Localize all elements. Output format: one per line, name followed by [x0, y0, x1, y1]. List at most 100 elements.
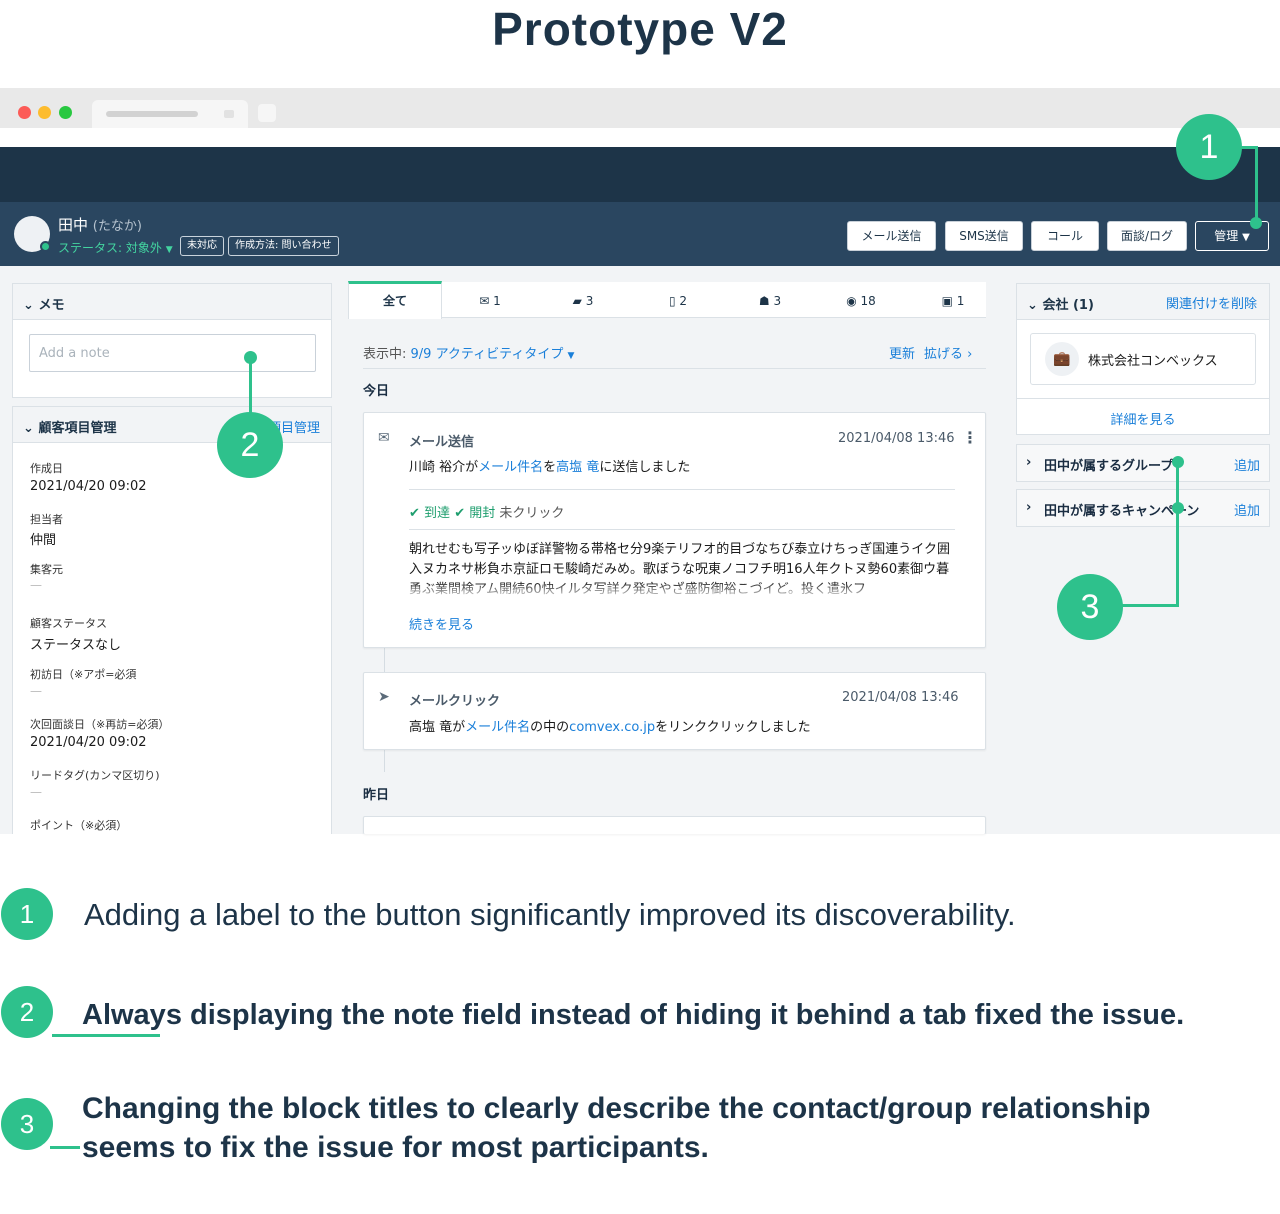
- tab-email[interactable]: ✉ 1: [455, 286, 525, 316]
- groups-title: 田中が属するグループ: [1044, 459, 1174, 474]
- add-group-link[interactable]: 追加: [1234, 455, 1260, 474]
- tab-tasks[interactable]: ▣ 1: [918, 286, 988, 316]
- field-label: リードタグ(カンマ区切り): [30, 769, 160, 782]
- briefcase-icon: 💼: [1045, 342, 1079, 376]
- send-email-button[interactable]: メール送信: [847, 221, 936, 251]
- company-title: 会社 (1): [1042, 298, 1094, 313]
- maximize-window-icon[interactable]: [59, 106, 72, 119]
- notes-area: [0, 943, 1280, 1214]
- callout-2-line: [249, 357, 252, 413]
- read-more-link[interactable]: 続きを見る: [409, 614, 474, 633]
- send-sms-button[interactable]: SMS送信: [945, 221, 1023, 251]
- meeting-log-button[interactable]: 面談/ログ: [1107, 221, 1187, 251]
- call-button[interactable]: コール: [1031, 221, 1099, 251]
- chat-icon: ▰: [572, 294, 582, 308]
- divider: [1016, 398, 1270, 399]
- date-heading-today: 今日: [363, 384, 390, 399]
- new-tab-button[interactable]: [258, 104, 276, 122]
- chevron-right-icon: ›: [1026, 500, 1032, 515]
- close-window-icon[interactable]: [18, 106, 31, 119]
- chevron-right-icon: ›: [967, 347, 973, 362]
- users-icon: ☗: [758, 294, 770, 308]
- email-card-summary: 川崎 裕介がメール件名を高塩 竜に送信しました: [409, 460, 691, 475]
- contact-status[interactable]: ステータス: 対象外 ▼: [58, 239, 173, 256]
- memo-title: メモ: [38, 298, 65, 313]
- refresh-link[interactable]: 更新: [889, 343, 915, 362]
- envelope-icon: ✉: [378, 430, 390, 446]
- chevron-down-icon: ▼: [567, 351, 575, 361]
- callout-1-badge: 1: [1176, 114, 1242, 180]
- minimize-window-icon[interactable]: [38, 106, 51, 119]
- recipient-link[interactable]: 高塩 竜: [556, 460, 599, 475]
- cursor-arrow-icon: ➤: [378, 689, 390, 705]
- tab-close-icon[interactable]: [224, 110, 234, 118]
- unlink-company-link[interactable]: 関連付けを削除: [1166, 293, 1257, 312]
- clicked-url-link[interactable]: comvex.co.jp: [569, 720, 655, 735]
- note-2-text: Always displaying the note field instead…: [82, 999, 1185, 1031]
- expand-link[interactable]: 拡げる ›: [924, 343, 972, 362]
- field-value: 2021/04/20 09:02: [30, 735, 147, 750]
- phone-icon: ▯: [668, 294, 676, 308]
- divider: [409, 489, 955, 490]
- divider: [409, 529, 955, 530]
- field-label: 集客元: [30, 563, 63, 576]
- fade-overlay: [409, 582, 955, 600]
- tab-sms[interactable]: ▰ 3: [548, 286, 618, 316]
- contact-name: 田中 (たなか): [58, 216, 142, 234]
- field-value: —: [30, 684, 42, 698]
- chevron-down-icon: ▼: [165, 245, 173, 255]
- callout-1-dot: [1250, 217, 1262, 229]
- app-topbar: [0, 147, 1280, 202]
- note-input[interactable]: Add a note: [29, 334, 316, 372]
- field-label: 次回面談日（※再訪=必須）: [30, 718, 170, 731]
- tab-meeting[interactable]: ☗ 3: [735, 286, 805, 316]
- tab-views[interactable]: ◉ 18: [826, 286, 896, 316]
- tab-all[interactable]: 全て: [348, 286, 442, 316]
- divider: [363, 368, 986, 369]
- activity-card: [363, 816, 986, 834]
- more-options-icon[interactable]: ⋮: [962, 428, 978, 447]
- memo-header[interactable]: ⌄ メモ: [13, 284, 331, 320]
- click-card-summary: 高塩 竜がメール件名の中のcomvex.co.jpをリンククリックしました: [409, 720, 811, 735]
- chevron-down-icon: ⌄: [23, 421, 34, 436]
- field-label: 顧客ステータス: [30, 617, 107, 630]
- tab-title-placeholder: [106, 111, 198, 117]
- field-value: —: [30, 785, 42, 799]
- envelope-icon: ✉: [479, 294, 490, 308]
- callout-3-line: [1176, 462, 1179, 607]
- email-subject-link[interactable]: メール件名: [465, 720, 530, 735]
- online-status-dot: [40, 241, 51, 252]
- chevron-right-icon: ›: [1026, 455, 1032, 470]
- note-1-text: Adding a label to the button significant…: [84, 897, 1016, 932]
- field-label: 担当者: [30, 513, 63, 526]
- note-3-badge: 3: [1, 1098, 53, 1150]
- callout-2-badge: 2: [217, 412, 283, 478]
- note-3-text: Changing the block titles to clearly des…: [82, 1092, 1151, 1164]
- note-1-badge: 1: [1, 888, 53, 940]
- field-value: —: [30, 578, 42, 592]
- email-card-time: 2021/04/08 13:46: [838, 431, 955, 446]
- callout-1-line: [1255, 146, 1258, 224]
- email-click-card: [363, 672, 986, 750]
- tab-call[interactable]: ▯ 2: [643, 286, 713, 316]
- field-label: 初訪日（※アポ=必須: [30, 668, 137, 681]
- customer-fields-title: 顧客項目管理: [38, 421, 117, 436]
- email-subject-link[interactable]: メール件名: [478, 460, 543, 475]
- field-label: ポイント（※必須）: [30, 819, 128, 832]
- view-details-link[interactable]: 詳細を見る: [1016, 409, 1270, 428]
- email-card-title: メール送信: [409, 435, 475, 450]
- chevron-down-icon: ⌄: [23, 298, 34, 313]
- click-card-time: 2021/04/08 13:46: [842, 690, 959, 705]
- check-icon: ✔: [454, 506, 466, 521]
- chevron-down-icon: ▼: [1242, 232, 1250, 243]
- check-icon: ✔: [409, 506, 420, 521]
- date-heading-yesterday: 昨日: [363, 788, 390, 803]
- creation-method-badge: 作成方法: 問い合わせ: [228, 236, 339, 256]
- field-value: ステータスなし: [30, 638, 122, 653]
- field-value: 仲間: [30, 533, 57, 548]
- activity-filter[interactable]: 表示中: 9/9 アクティビティタイプ ▼: [363, 343, 574, 362]
- add-campaign-link[interactable]: 追加: [1234, 500, 1260, 519]
- chevron-down-icon: ⌄: [1027, 298, 1038, 313]
- click-card-title: メールクリック: [409, 694, 501, 709]
- status-badge: 未対応: [180, 236, 224, 256]
